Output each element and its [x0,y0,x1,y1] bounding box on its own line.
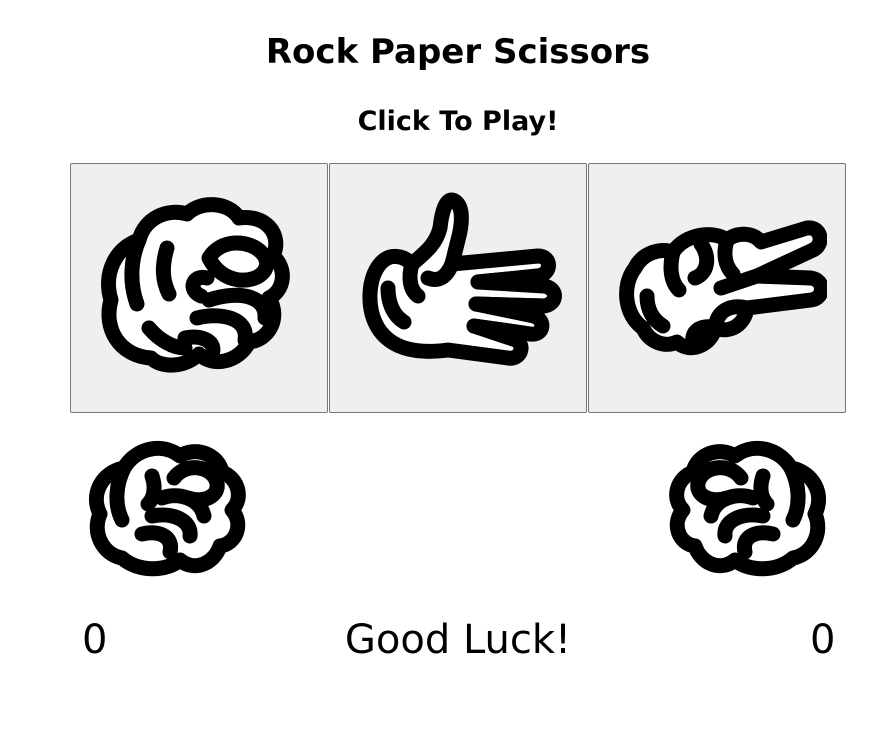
choice-buttons [70,163,846,413]
paper-button[interactable] [329,163,587,413]
fist-icon [669,440,827,577]
scissors-button[interactable] [588,163,846,413]
page-title: Rock Paper Scissors [265,32,651,72]
instruction-text: Click To Play! [357,106,559,137]
computer-hand [668,432,833,582]
open-hand-icon [362,192,562,366]
result-message: Good Luck! [344,617,572,663]
rock-button[interactable] [70,163,328,413]
fist-icon [88,440,246,577]
computer-score: 0 [810,617,836,663]
fist-icon [101,197,290,373]
player-hand [82,432,247,582]
scissors-hand-icon [619,220,827,356]
